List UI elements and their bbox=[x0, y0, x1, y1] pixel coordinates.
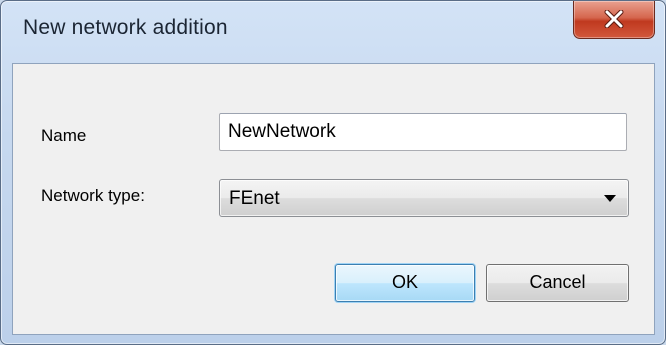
name-label: Name bbox=[41, 126, 87, 145]
chevron-down-icon bbox=[604, 195, 616, 202]
network-type-dropdown[interactable]: FEnet bbox=[219, 179, 629, 217]
title-bar[interactable]: New network addition bbox=[1, 1, 665, 63]
dialog-body: Name Network type: FEnet OK Cancel bbox=[12, 63, 655, 335]
ok-button[interactable]: OK bbox=[335, 264, 475, 302]
close-icon bbox=[604, 10, 624, 28]
dialog-window: New network addition Name Network type: … bbox=[0, 0, 666, 345]
network-type-value: FEnet bbox=[229, 188, 280, 209]
cancel-button[interactable]: Cancel bbox=[486, 264, 629, 302]
network-type-label: Network type: bbox=[41, 186, 145, 205]
close-button[interactable] bbox=[573, 1, 655, 39]
name-input[interactable] bbox=[219, 113, 627, 151]
window-title: New network addition bbox=[23, 16, 228, 39]
